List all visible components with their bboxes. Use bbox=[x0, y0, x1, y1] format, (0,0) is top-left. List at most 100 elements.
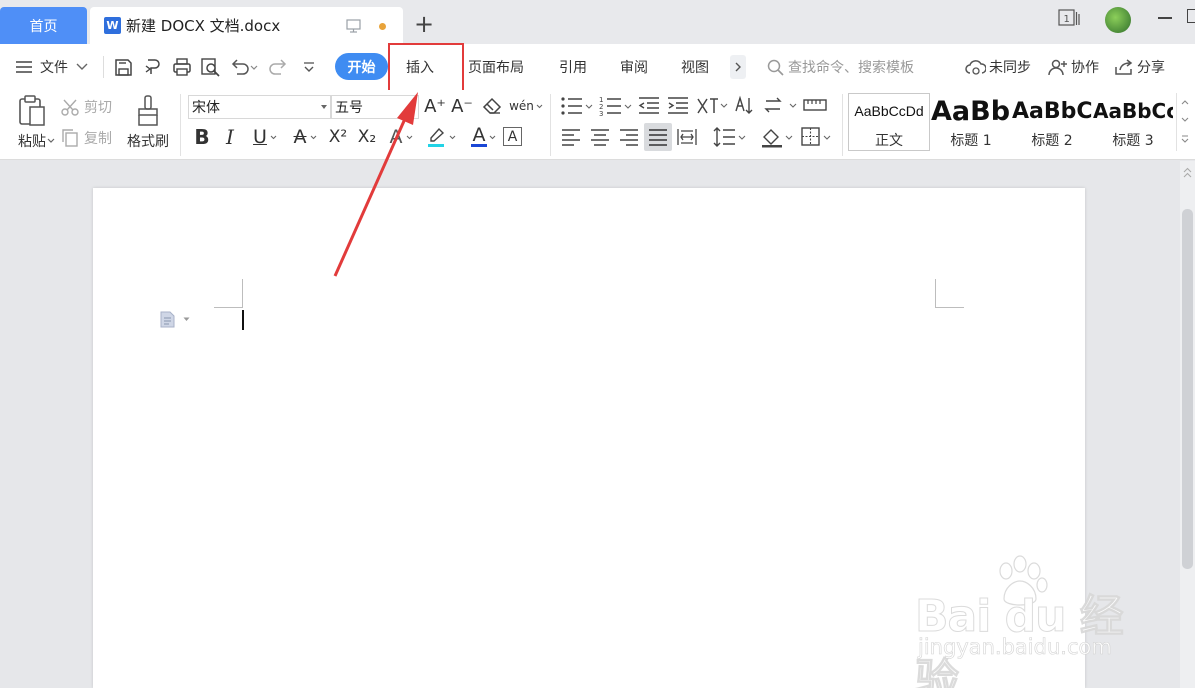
maximize-icon[interactable] bbox=[1187, 9, 1195, 23]
user-avatar[interactable] bbox=[1105, 7, 1131, 33]
sort-button[interactable] bbox=[734, 95, 756, 117]
save-icon bbox=[115, 58, 132, 76]
redo-button[interactable] bbox=[268, 44, 288, 90]
phonetic-guide-button[interactable]: wén bbox=[508, 93, 544, 119]
underline-button[interactable]: U bbox=[247, 124, 283, 150]
text-cursor bbox=[242, 310, 244, 330]
tab-document[interactable]: W 新建 DOCX 文档.docx bbox=[90, 7, 403, 44]
customize-toolbar-button[interactable] bbox=[302, 44, 316, 90]
shading-button[interactable] bbox=[761, 126, 795, 148]
strikethrough-icon: A bbox=[293, 126, 307, 148]
distribute-button[interactable] bbox=[676, 127, 698, 147]
chevron-down-icon bbox=[406, 135, 412, 139]
subscript-button[interactable]: X₂ bbox=[355, 124, 379, 150]
char-border-icon: A bbox=[507, 128, 518, 145]
more-tabs-button[interactable] bbox=[730, 55, 746, 79]
cloud-sync-icon bbox=[965, 60, 986, 75]
chevron-down-icon bbox=[183, 317, 190, 321]
subscript-icon: X₂ bbox=[357, 127, 377, 147]
collab-icon bbox=[1048, 59, 1067, 76]
tab-start[interactable]: 开始 bbox=[335, 53, 388, 80]
margin-mark bbox=[242, 279, 243, 308]
watermark-brand: Bai du 经验 bbox=[915, 591, 1125, 688]
print-preview-button[interactable] bbox=[200, 44, 221, 90]
cut-button[interactable]: 剪切 bbox=[60, 96, 112, 118]
format-painter-button[interactable]: 格式刷 bbox=[124, 92, 172, 154]
copy-label: 复制 bbox=[84, 131, 112, 147]
style-normal-card[interactable]: AaBbCcDd 正文 bbox=[848, 93, 930, 151]
align-right-button[interactable] bbox=[618, 128, 640, 146]
file-menu-label: 文件 bbox=[40, 60, 68, 76]
table-tools-button[interactable] bbox=[803, 97, 827, 115]
new-tab-button[interactable]: + bbox=[414, 12, 434, 36]
search-icon bbox=[767, 59, 784, 76]
align-left-icon bbox=[562, 129, 580, 146]
style-heading2[interactable]: AaBbC 标题 2 bbox=[1012, 93, 1092, 151]
justify-icon bbox=[649, 129, 667, 146]
superscript-button[interactable]: X² bbox=[326, 124, 350, 150]
decrease-indent-button[interactable] bbox=[638, 96, 660, 116]
tab-references[interactable]: 引用 bbox=[559, 44, 587, 90]
style-normal-name: 正文 bbox=[875, 133, 903, 149]
cut-label: 剪切 bbox=[84, 100, 112, 116]
tab-view[interactable]: 视图 bbox=[681, 44, 709, 90]
vertical-scrollbar[interactable] bbox=[1180, 161, 1195, 688]
save-button[interactable] bbox=[114, 44, 133, 90]
tab-home[interactable]: 首页 bbox=[0, 7, 87, 44]
sync-button[interactable]: 未同步 bbox=[964, 44, 1031, 90]
justify-button[interactable] bbox=[644, 123, 672, 151]
highlight-button[interactable] bbox=[424, 124, 458, 150]
increase-indent-button[interactable] bbox=[667, 96, 689, 116]
chevron-down-icon bbox=[321, 105, 327, 109]
style-gallery-scroll[interactable] bbox=[1176, 93, 1192, 151]
line-spacing-button[interactable] bbox=[712, 126, 748, 148]
copy-button[interactable]: 复制 bbox=[60, 127, 112, 149]
format-button[interactable] bbox=[143, 44, 163, 90]
border-button[interactable] bbox=[800, 126, 834, 148]
italic-button[interactable]: I bbox=[219, 124, 241, 150]
bold-icon: B bbox=[194, 125, 210, 149]
font-name-select[interactable]: 宋体 bbox=[188, 95, 331, 119]
char-border-button[interactable]: A bbox=[503, 127, 522, 146]
command-search[interactable]: 查找命令、搜索模板 bbox=[767, 44, 914, 90]
monitor-icon[interactable] bbox=[346, 18, 361, 33]
tab-review[interactable]: 审阅 bbox=[620, 44, 648, 90]
style-heading3[interactable]: AaBbCc 标题 3 bbox=[1093, 93, 1173, 151]
paste-button[interactable]: 粘贴 bbox=[10, 92, 55, 154]
file-menu[interactable]: 文件 bbox=[15, 44, 88, 90]
paragraph-doc-icon bbox=[160, 311, 175, 328]
undo-button[interactable] bbox=[230, 44, 258, 90]
style-heading3-name: 标题 3 bbox=[1112, 133, 1154, 149]
text-effect-button[interactable]: A bbox=[384, 124, 418, 150]
chinese-layout-button[interactable] bbox=[696, 95, 728, 117]
collab-button[interactable]: 协作 bbox=[1048, 44, 1099, 90]
align-center-button[interactable] bbox=[589, 128, 611, 146]
numbering-button[interactable]: 123 bbox=[599, 96, 633, 116]
style-heading1-name: 标题 1 bbox=[950, 133, 992, 149]
align-left-button[interactable] bbox=[560, 128, 582, 146]
share-button[interactable]: 分享 bbox=[1114, 44, 1165, 90]
show-marks-button[interactable] bbox=[764, 95, 798, 117]
bullets-button[interactable] bbox=[560, 96, 594, 116]
grow-font-button[interactable]: A⁺ bbox=[424, 94, 446, 118]
chevron-down-icon bbox=[449, 135, 456, 139]
clear-format-button[interactable] bbox=[481, 95, 503, 117]
divider bbox=[180, 94, 181, 156]
command-search-placeholder: 查找命令、搜索模板 bbox=[788, 60, 914, 76]
window-layout-icon[interactable]: 1 bbox=[1058, 9, 1080, 27]
font-size-select[interactable]: 五号 bbox=[331, 95, 419, 119]
scrollbar-thumb[interactable] bbox=[1182, 209, 1193, 569]
font-color-button[interactable]: A bbox=[462, 124, 496, 150]
bold-button[interactable]: B bbox=[191, 124, 213, 150]
paragraph-handle[interactable] bbox=[159, 311, 190, 328]
tab-page-layout[interactable]: 页面布局 bbox=[468, 44, 524, 90]
share-icon bbox=[1115, 59, 1133, 75]
font-name-value: 宋体 bbox=[192, 100, 220, 116]
tab-references-label: 引用 bbox=[559, 60, 587, 76]
tab-start-label: 开始 bbox=[347, 59, 376, 76]
print-button[interactable] bbox=[172, 44, 192, 90]
minimize-icon[interactable] bbox=[1158, 17, 1172, 19]
style-heading1[interactable]: AaBb 标题 1 bbox=[931, 93, 1011, 151]
strikethrough-button[interactable]: A bbox=[287, 124, 323, 150]
shrink-font-button[interactable]: A⁻ bbox=[451, 94, 473, 118]
